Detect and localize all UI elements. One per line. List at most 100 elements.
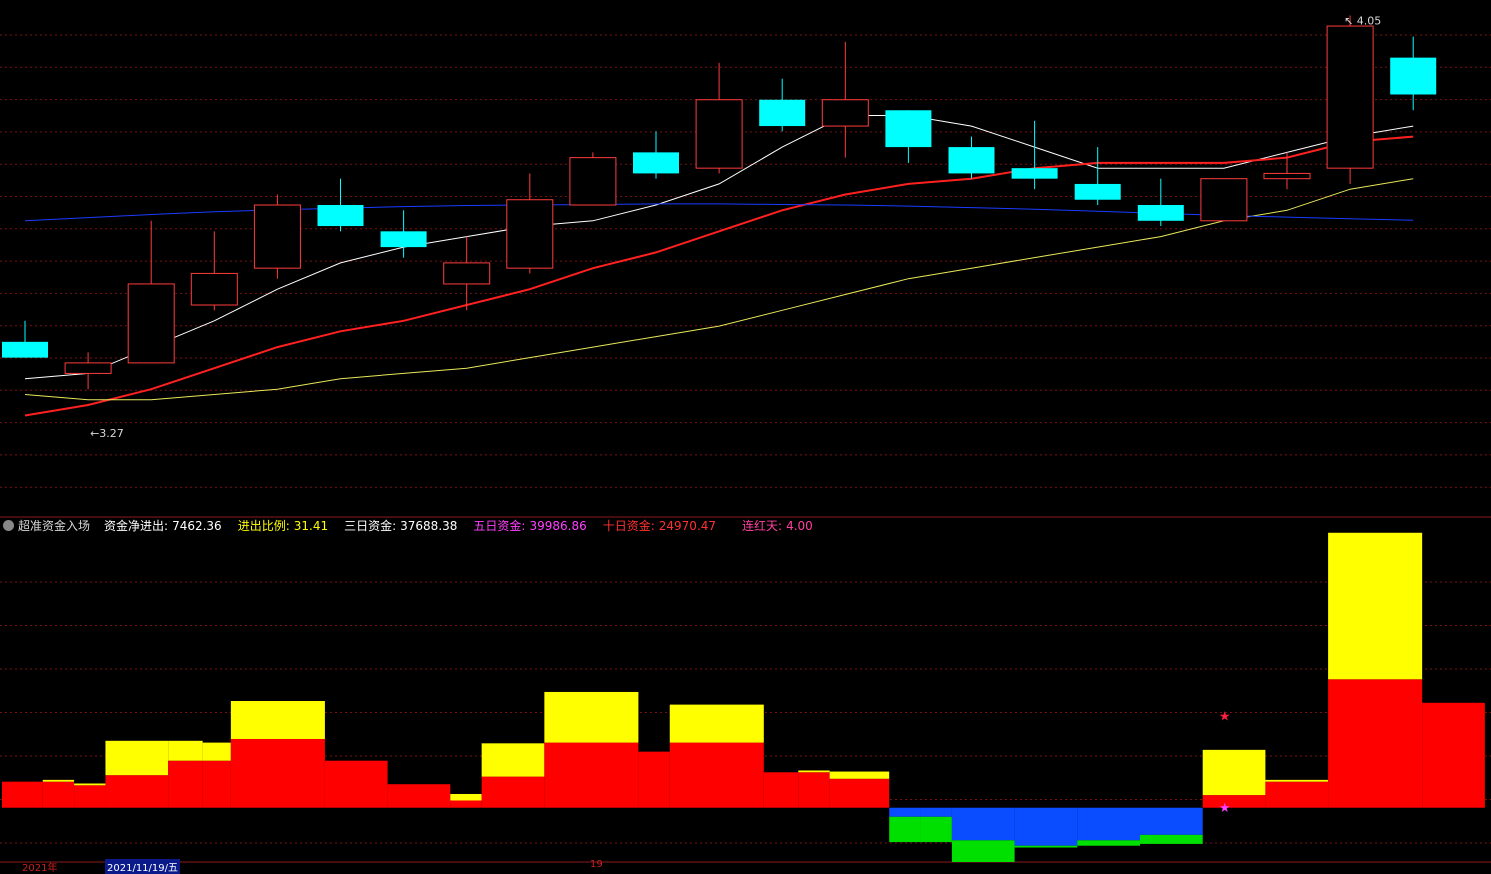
candle-body (569, 157, 617, 206)
legend-label: 连红天: (742, 519, 783, 533)
signal-star-icon: ★ (1219, 801, 1231, 816)
legend-value: 4.00 (786, 519, 813, 533)
fund-bar-red (1202, 795, 1266, 808)
legend-value: 24970.47 (658, 519, 717, 533)
candle-body (190, 272, 238, 306)
fund-bar-red (450, 800, 482, 808)
legend-label: 进出比例: (237, 519, 290, 533)
legend-label: 五日资金: (473, 519, 526, 533)
axis-mark: 19 (590, 859, 603, 870)
indicator-name[interactable]: 超准资金入场 (18, 519, 90, 533)
candle-body (948, 147, 995, 174)
stock-chart: ←3.27↖ 4.05 ★★ (0, 15, 1491, 863)
date-label: 2021/11/19/五 (105, 859, 181, 874)
fund-bar-green (889, 816, 921, 843)
candle-body (821, 99, 869, 127)
fund-bar-yellow (450, 793, 482, 801)
fund-bar-yellow (168, 740, 203, 761)
fund-bar-red (105, 775, 169, 808)
legend-value: 39986.86 (529, 519, 587, 533)
candle-body (695, 99, 743, 169)
fund-bar-yellow (1202, 749, 1266, 796)
candle-body (1137, 205, 1184, 221)
fund-bar-red (763, 772, 799, 808)
fund-bar-yellow (202, 742, 231, 761)
fund-bar-red (74, 785, 106, 808)
legend-three-day: 三日资金: 37688.38 (344, 519, 461, 533)
fund-bar-yellow (669, 704, 764, 743)
fund-bar-red (387, 784, 451, 808)
fund-bar-green (1140, 834, 1203, 844)
legend-value: 37688.38 (400, 519, 458, 533)
fund-bar-green (1077, 840, 1141, 846)
signal-star-icon: ★ (1219, 709, 1231, 724)
legend-value: 31.41 (293, 519, 329, 533)
fund-bar-yellow (230, 701, 325, 739)
legend-red-days: 连红天: 4.00 (742, 519, 817, 533)
fund-bar-green (920, 816, 952, 843)
fund-bar-red (1265, 781, 1329, 808)
indicator-legend: 超准资金入场 资金净进出: 7462.36 进出比例: 31.41 三日资金: 37688.… (0, 517, 1491, 535)
legend-label: 十日资金: (602, 519, 655, 533)
legend-net-flow: 资金净进出: 7462.36 (104, 519, 226, 533)
fund-bar-red (481, 776, 545, 808)
fund-bar-red (324, 760, 388, 808)
fund-bar-yellow (42, 779, 75, 782)
fund-bar-red (2, 781, 43, 808)
fund-bar-green (1014, 845, 1078, 848)
fund-bar-red (544, 742, 639, 808)
high-price-label: ↖ 4.05 (1344, 15, 1381, 28)
fund-bar-blue (1077, 807, 1141, 841)
fund-bar-red (202, 760, 231, 808)
fund-bar-yellow (544, 691, 639, 743)
fund-bar-red (1422, 702, 1485, 808)
fund-bar-red (669, 742, 764, 808)
candle-body (253, 204, 301, 269)
year-label: 2021年 (22, 863, 58, 874)
fund-bar-blue (1014, 807, 1078, 846)
candle-body (506, 199, 554, 269)
gear-icon[interactable] (3, 520, 14, 531)
fund-bar-yellow (798, 770, 830, 773)
low-price-label: ←3.27 (90, 427, 124, 440)
candle-body (1326, 25, 1374, 169)
candle-body (759, 99, 806, 127)
legend-label: 资金净进出: (104, 519, 169, 533)
candle-body (1390, 57, 1437, 95)
fund-bar-yellow (74, 783, 106, 786)
fund-bar-yellow (1265, 779, 1329, 782)
fund-bar-red (798, 772, 830, 808)
fund-bar-yellow (481, 743, 545, 777)
candle-body (2, 341, 48, 358)
fund-bar-yellow (1328, 532, 1423, 680)
fund-bar-yellow (829, 771, 890, 779)
fund-bar-blue (920, 807, 952, 817)
legend-label: 三日资金: (344, 519, 397, 533)
fund-bar-red (168, 760, 203, 808)
fund-bar-blue (1140, 807, 1203, 835)
candle-body (1200, 178, 1248, 222)
legend-value: 7462.36 (172, 519, 222, 533)
candle-body (64, 362, 112, 374)
candle-body (1011, 168, 1058, 179)
candle-body (633, 152, 679, 174)
candle-body (885, 110, 932, 148)
candlestick-panel[interactable]: ←3.27 ↖ 4.05 (2, 15, 1437, 441)
fund-bar-red (638, 751, 670, 808)
fund-bar-yellow (105, 740, 169, 776)
candle-body (443, 262, 491, 285)
fund-bar-blue (951, 807, 1015, 841)
fund-bar-green (951, 840, 1015, 862)
candle-body (127, 283, 175, 364)
fund-bar-red (230, 738, 325, 808)
legend-five-day: 五日资金: 39986.86 (473, 519, 590, 533)
fund-bar-red (42, 781, 75, 808)
candle-body (317, 205, 364, 227)
candle-body (380, 231, 427, 248)
fund-bar-blue (889, 807, 921, 817)
fund-flow-panel[interactable]: ★★ (2, 532, 1485, 862)
candle-body (1263, 172, 1311, 180)
legend-ratio: 进出比例: 31.41 (238, 519, 332, 533)
candle-body (1074, 183, 1121, 200)
legend-ten-day: 十日资金: 24970.47 (603, 519, 720, 533)
